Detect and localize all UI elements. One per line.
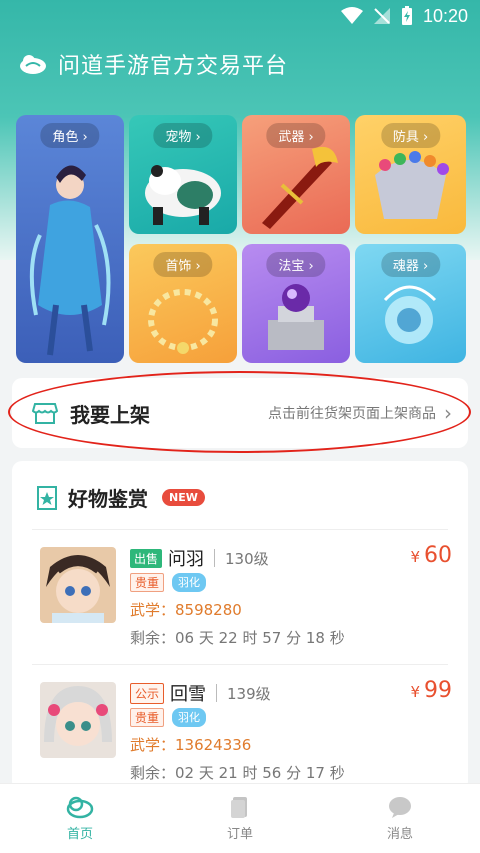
item-name: 回雪: [170, 684, 207, 705]
goods-header: 好物鉴赏 NEW: [36, 483, 205, 512]
category-label: 魂器 ›: [380, 252, 441, 277]
category-label: 宠物 ›: [153, 123, 213, 148]
home-icon: [66, 796, 94, 819]
item-wuxue: 武学：13624336: [130, 736, 252, 754]
divider: [32, 529, 448, 530]
divider: [216, 684, 218, 702]
category-tile-role[interactable]: 角色 ›: [16, 115, 124, 363]
item-level: 139级: [227, 684, 271, 703]
category-label: 防具 ›: [380, 123, 441, 148]
status-badge: 公示: [130, 682, 165, 704]
status-bar: 10:20: [0, 0, 480, 32]
category-tile-accessory[interactable]: 首饰 ›: [129, 244, 237, 363]
goods-showcase: 好物鉴赏 NEW 出售 问羽 130级 贵重 羽化 武学：8598280 剩余：…: [12, 461, 468, 791]
page-title: 问道手游官方交易平台: [58, 54, 289, 79]
listing-title: 我要上架: [70, 402, 150, 427]
tab-messages[interactable]: 消息: [340, 795, 460, 842]
goods-title: 好物鉴赏: [68, 487, 148, 511]
category-tile-weapon[interactable]: 武器 ›: [242, 115, 350, 234]
avatar: [40, 682, 116, 758]
bottom-tab-bar: 首页 订单 消息: [0, 783, 480, 853]
app-header: 问道手游官方交易平台: [18, 46, 288, 82]
tab-orders[interactable]: 订单: [180, 795, 300, 842]
list-item-for-sale-button[interactable]: 我要上架 点击前往货架页面上架商品 ›: [12, 378, 468, 448]
character-illustration: [29, 165, 111, 356]
signal-off-icon: [373, 8, 390, 24]
category-tile-treasure[interactable]: 法宝 ›: [242, 244, 350, 363]
category-label: 角色 ›: [40, 123, 100, 148]
item-name: 问羽: [168, 549, 205, 570]
tab-home[interactable]: 首页: [20, 795, 140, 842]
divider: [214, 549, 216, 567]
list-item[interactable]: 出售 问羽 130级 贵重 羽化 武学：8598280 剩余：06 天 22 时…: [12, 531, 468, 656]
category-label: 首饰 ›: [153, 252, 213, 277]
category-tile-armor[interactable]: 防具 ›: [355, 115, 466, 234]
tag-feather: 羽化: [172, 573, 207, 592]
clock: 10:20: [422, 5, 468, 26]
item-wuxue: 武学：8598280: [130, 601, 242, 619]
listing-hint: 点击前往货架页面上架商品: [268, 406, 436, 422]
cloud-logo-icon: [20, 55, 46, 74]
tag-precious: 贵重: [130, 708, 165, 727]
category-grid: 角色 › 宠物 › 武器 › 防具 › 首饰 › 法宝 › 魂器 ›: [16, 115, 466, 363]
shop-icon: [32, 403, 58, 424]
item-price: ¥60: [410, 543, 452, 568]
message-icon: [389, 797, 411, 818]
star-badge-icon: [37, 485, 57, 510]
category-tile-soul[interactable]: 魂器 ›: [355, 244, 466, 363]
category-tile-pet[interactable]: 宠物 ›: [129, 115, 237, 234]
new-badge: NEW: [162, 489, 205, 506]
item-remaining-time: 剩余：06 天 22 时 57 分 18 秒: [130, 629, 345, 647]
status-badge: 出售: [130, 548, 163, 568]
tag-precious: 贵重: [130, 573, 165, 592]
item-price: ¥99: [410, 678, 452, 703]
wifi-icon: [340, 7, 363, 24]
item-remaining-time: 剩余：02 天 21 时 56 分 17 秒: [130, 764, 345, 782]
chevron-right-icon: ›: [444, 401, 452, 425]
category-label: 法宝 ›: [266, 252, 326, 277]
category-label: 武器 ›: [266, 123, 326, 148]
list-item[interactable]: 公示 回雪 139级 贵重 羽化 武学：13624336 剩余：02 天 21 …: [12, 666, 468, 791]
avatar: [40, 547, 116, 623]
order-icon: [231, 797, 247, 818]
item-level: 130级: [225, 549, 269, 568]
tag-feather: 羽化: [172, 708, 207, 727]
battery-icon: [401, 6, 412, 25]
divider: [32, 664, 448, 665]
